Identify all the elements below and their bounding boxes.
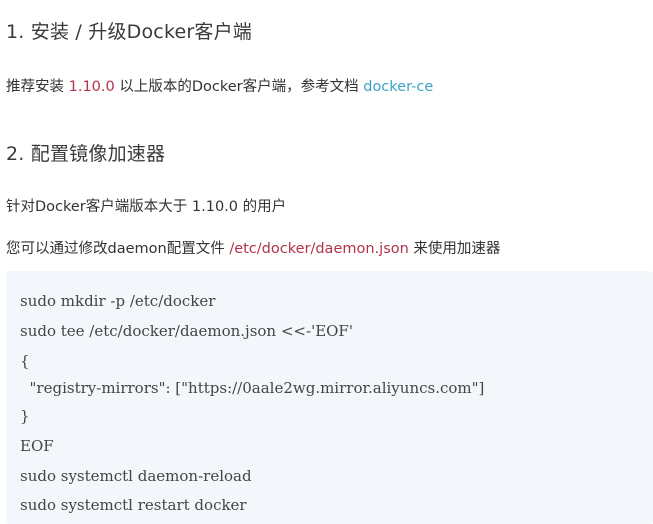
config-text-suffix: 来使用加速器 [408,241,501,257]
install-text-prefix: 推荐安装 [6,79,69,95]
code-line: sudo systemctl daemon-reload [20,467,252,485]
code-line: sudo tee /etc/docker/daemon.json <<-'EOF… [20,322,353,340]
docker-ce-link[interactable]: docker-ce [363,79,433,95]
config-text-prefix: 您可以通过修改daemon配置文件 [6,241,230,257]
install-paragraph: 推荐安装 1.10.0 以上版本的Docker客户端，参考文档 docker-c… [6,75,433,96]
code-line: "registry-mirrors": ["https://0aale2wg.m… [20,379,485,397]
code-block[interactable]: sudo mkdir -p /etc/docker sudo tee /etc/… [6,271,653,524]
install-text-middle: 以上版本的Docker客户端，参考文档 [114,79,364,95]
code-line: sudo mkdir -p /etc/docker [20,292,216,310]
config-paragraph: 您可以通过修改daemon配置文件 /etc/docker/daemon.jso… [6,237,500,258]
version-requirement-paragraph: 针对Docker客户端版本大于 1.10.0 的用户 [6,199,287,215]
code-line: { [20,352,30,370]
code-line: } [20,407,30,425]
daemon-json-path: /etc/docker/daemon.json [229,241,409,257]
code-line: sudo systemctl restart docker [20,496,247,514]
code-line: EOF [20,437,54,455]
version-highlight: 1.10.0 [68,79,115,95]
section-heading-mirror: 2. 配置镜像加速器 [6,143,166,165]
section-heading-install: 1. 安装 / 升级Docker客户端 [6,21,252,43]
